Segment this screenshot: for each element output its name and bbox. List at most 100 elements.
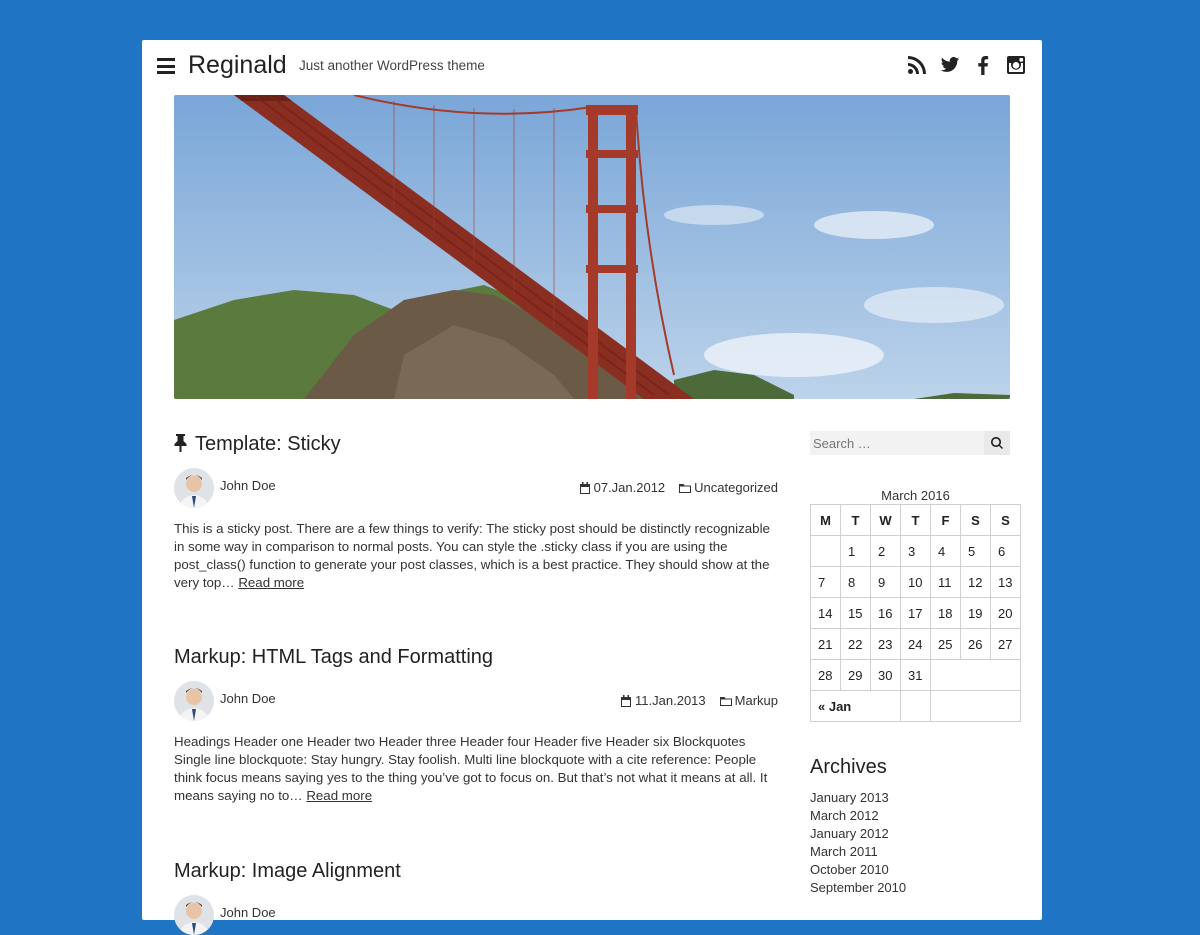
calendar-next <box>930 690 1021 722</box>
weekday-header: M <box>810 504 841 536</box>
post-date-text[interactable]: 11.Jan.2013 <box>635 693 706 708</box>
calendar-day: 3 <box>900 535 931 567</box>
calendar-day: 8 <box>840 566 871 598</box>
calendar-day <box>810 535 841 567</box>
calendar-day: 28 <box>810 659 841 691</box>
author-name[interactable]: John Doe <box>220 478 276 493</box>
calendar-day: 17 <box>900 597 931 629</box>
calendar-day: 2 <box>870 535 901 567</box>
calendar-icon <box>579 481 590 494</box>
post-date: 07.Jan.2012 <box>579 480 666 495</box>
post-title-link[interactable]: Template: Sticky <box>195 433 341 455</box>
archive-link[interactable]: January 2012 <box>810 826 889 841</box>
archives-title: Archives <box>810 756 887 778</box>
archive-link[interactable]: September 2010 <box>810 880 906 895</box>
post-meta: John Doe 07.Jan.2012 Uncategorized <box>174 468 778 508</box>
post-image-alignment: Markup: Image Alignment John Doe <box>174 857 778 935</box>
list-item: January 2013 <box>810 789 1021 807</box>
search-input[interactable] <box>810 431 983 455</box>
post-sticky: Template: Sticky John Doe 07.Jan.2012 Un… <box>174 430 778 592</box>
post-category: Markup <box>719 693 778 708</box>
post-date: 11.Jan.2013 <box>620 693 706 708</box>
calendar-day: 11 <box>930 566 961 598</box>
author-name[interactable]: John Doe <box>220 691 276 706</box>
main-content: Template: Sticky John Doe 07.Jan.2012 Un… <box>174 430 778 935</box>
calendar-day: 13 <box>990 566 1021 598</box>
calendar-day: 30 <box>870 659 901 691</box>
author-name[interactable]: John Doe <box>220 905 276 920</box>
read-more-link[interactable]: Read more <box>238 575 304 590</box>
post-category-text[interactable]: Uncategorized <box>694 480 778 495</box>
site-title[interactable]: Reginald <box>188 51 287 80</box>
weekday-header: S <box>960 504 991 536</box>
page-container: Reginald Just another WordPress theme Te… <box>142 40 1042 935</box>
calendar-day: 14 <box>810 597 841 629</box>
calendar-day: 10 <box>900 566 931 598</box>
pin-icon <box>174 434 187 452</box>
post-date-text[interactable]: 07.Jan.2012 <box>594 480 666 495</box>
post-title-link[interactable]: Markup: Image Alignment <box>174 860 401 882</box>
post-meta: John Doe <box>174 895 778 935</box>
weekday-header: F <box>930 504 961 536</box>
menu-icon[interactable] <box>157 58 175 74</box>
post-category: Uncategorized <box>679 480 778 495</box>
archive-link[interactable]: March 2012 <box>810 808 879 823</box>
instagram-icon[interactable] <box>1006 55 1026 75</box>
calendar-day: 12 <box>960 566 991 598</box>
calendar-day: 27 <box>990 628 1021 660</box>
site-description: Just another WordPress theme <box>299 58 485 73</box>
calendar-caption: March 2016 <box>881 488 950 503</box>
calendar-widget: M T W T F S S 1 2 3 4 5 6 7 8 9 10 11 12… <box>810 504 1021 722</box>
archive-link[interactable]: January 2013 <box>810 790 889 805</box>
calendar-day: 1 <box>840 535 871 567</box>
calendar-icon <box>621 694 632 707</box>
archives-list: January 2013 March 2012 January 2012 Mar… <box>810 789 1021 897</box>
search-form <box>810 431 1010 455</box>
social-links <box>907 55 1026 75</box>
list-item: March 2011 <box>810 843 1021 861</box>
calendar-prev-link[interactable]: « Jan <box>818 699 851 714</box>
calendar-day: 24 <box>900 628 931 660</box>
avatar[interactable] <box>174 468 214 508</box>
list-item: January 2012 <box>810 825 1021 843</box>
post-title: Markup: HTML Tags and Formatting <box>174 643 778 671</box>
read-more-link[interactable]: Read more <box>306 788 372 803</box>
post-meta: John Doe 11.Jan.2013 Markup <box>174 681 778 721</box>
post-excerpt-text: Headings Header one Header two Header th… <box>174 734 768 803</box>
list-item: March 2012 <box>810 807 1021 825</box>
weekday-header: S <box>990 504 1021 536</box>
search-button[interactable] <box>984 431 1010 455</box>
calendar-prev: « Jan <box>810 690 901 722</box>
avatar[interactable] <box>174 895 214 935</box>
calendar-day: 9 <box>870 566 901 598</box>
calendar-pad <box>900 690 931 722</box>
weekday-header: W <box>870 504 901 536</box>
post-category-text[interactable]: Markup <box>735 693 778 708</box>
site-header: Reginald Just another WordPress theme <box>142 40 1042 95</box>
facebook-icon[interactable] <box>973 55 993 75</box>
post-title: Template: Sticky <box>174 430 778 458</box>
post-title-link[interactable]: Markup: HTML Tags and Formatting <box>174 646 493 668</box>
search-icon <box>991 437 1003 449</box>
archive-link[interactable]: October 2010 <box>810 862 889 877</box>
weekday-header: T <box>900 504 931 536</box>
avatar[interactable] <box>174 681 214 721</box>
folder-icon <box>679 483 692 493</box>
sidebar: March 2016 M T W T F S S 1 2 3 <box>810 431 1021 897</box>
post-title: Markup: Image Alignment <box>174 857 778 885</box>
calendar-empty <box>930 659 1021 691</box>
calendar-day: 23 <box>870 628 901 660</box>
folder-icon <box>719 696 732 706</box>
calendar-day: 16 <box>870 597 901 629</box>
archive-link[interactable]: March 2011 <box>810 844 878 859</box>
twitter-icon[interactable] <box>940 55 960 75</box>
list-item: October 2010 <box>810 861 1021 879</box>
rss-icon[interactable] <box>907 55 927 75</box>
weekday-header: T <box>840 504 871 536</box>
calendar-day: 7 <box>810 566 841 598</box>
calendar-day: 15 <box>840 597 871 629</box>
post-excerpt: This is a sticky post. There are a few t… <box>174 520 778 592</box>
list-item: September 2010 <box>810 879 1021 897</box>
header-image <box>174 95 1010 399</box>
calendar-day: 4 <box>930 535 961 567</box>
